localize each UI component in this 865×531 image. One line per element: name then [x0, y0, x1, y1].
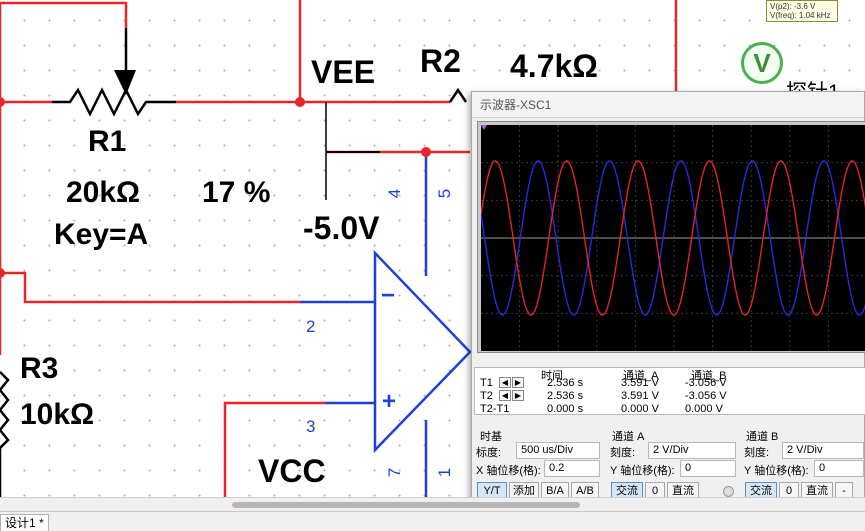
channel-a-radio-icon[interactable] — [723, 486, 734, 497]
channel-a-title: 通道 A — [612, 431, 645, 443]
pin-7-label: 7 — [385, 467, 405, 478]
readout-row-t1-label: T1 — [480, 377, 493, 389]
readout-row-t1-b: -3.056 V — [685, 377, 727, 389]
channel-a-scale-label: 刻度: — [610, 447, 636, 459]
timebase-scale-field[interactable]: 500 us/Div — [516, 442, 600, 459]
r2-value: 4.7kΩ — [510, 48, 598, 84]
probe-readout-line2: V(freq): 1.04 kHz — [770, 11, 831, 20]
oscilloscope-window[interactable]: 示波器-XSC1 时间 通道_A 通道_B T1 ◀ ▶ 2.536 s 3.5… — [471, 91, 865, 504]
cursor-t1-marker-icon — [481, 125, 487, 130]
document-tab-bar: 设计1 * — [0, 511, 865, 531]
tab-design1-label: 设计1 * — [5, 516, 44, 530]
readout-row-diff-b: 0.000 V — [685, 403, 723, 415]
readout-row-t2-b: -3.056 V — [685, 390, 727, 402]
voltage-probe-icon[interactable]: V — [741, 42, 783, 84]
readout-row-diff-time: 0.000 s — [547, 403, 584, 415]
t2-right-arrow-icon[interactable]: ▶ — [512, 390, 524, 401]
r1-name: R1 — [88, 125, 127, 158]
timebase-xpos-label: X 轴位移(格): — [476, 465, 541, 477]
readout-row-t2-time: 2.536 s — [547, 390, 584, 402]
t1-left-arrow-icon[interactable]: ◀ — [499, 377, 511, 388]
r3-name: R3 — [20, 352, 59, 385]
r2-name: R2 — [420, 43, 461, 79]
channel-a-scale-field[interactable]: 2 V/Div — [648, 442, 736, 459]
channel-a-ypos-field[interactable]: 0 — [680, 460, 736, 477]
scope-title[interactable]: 示波器-XSC1 — [472, 92, 864, 118]
channel-b-scale-label: 刻度: — [744, 447, 770, 459]
vee-label: VEE — [311, 54, 376, 90]
horizontal-scrollbar[interactable] — [0, 497, 865, 511]
readout-row-t2-a: 3.591 V — [621, 390, 659, 402]
vcc-label: VCC — [258, 453, 326, 489]
scope-screen[interactable] — [480, 125, 865, 351]
horizontal-scrollbar-thumb[interactable] — [232, 502, 580, 508]
r3-value: 10kΩ — [20, 398, 95, 431]
vee-voltage: -5.0V — [303, 210, 380, 246]
pin-2-label: 2 — [306, 317, 316, 336]
t1-right-arrow-icon[interactable]: ▶ — [512, 377, 524, 388]
opamp-minus-sign: − — [381, 282, 396, 309]
scope-screen-frame — [477, 121, 865, 353]
pin-3-label: 3 — [306, 417, 316, 436]
t2-left-arrow-icon[interactable]: ◀ — [499, 390, 511, 401]
readout-row-t1-a: 3.591 V — [621, 377, 659, 389]
pin-5-label: 5 — [435, 188, 455, 199]
readout-row-diff-label: T2-T1 — [480, 403, 510, 415]
pin-1-label: 1 — [435, 467, 455, 478]
cursor-readout-table: 时间 通道_A 通道_B T1 ◀ ▶ 2.536 s 3.591 V -3.0… — [474, 367, 865, 415]
r1-value: 20kΩ — [66, 176, 141, 209]
channel-b-ypos-field[interactable]: 0 — [814, 460, 864, 477]
readout-row-diff-a: 0.000 V — [621, 403, 659, 415]
opamp-plus-sign: + — [382, 388, 397, 415]
probe-readout: V(p2): -3.6 V V(freq): 1.04 kHz — [766, 0, 838, 22]
probe-readout-line1: V(p2): -3.6 V — [770, 2, 816, 11]
timebase-title: 时基 — [480, 431, 502, 443]
pin-4-label: 4 — [385, 188, 405, 199]
channel-a-ypos-label: Y 轴位移(格): — [610, 465, 675, 477]
readout-row-t1-time: 2.536 s — [547, 377, 584, 389]
r1-key: Key=A — [54, 218, 149, 251]
timebase-xpos-field[interactable]: 0.2 — [544, 460, 600, 477]
channel-b-scale-field[interactable]: 2 V/Div — [782, 442, 864, 459]
channel-b-ypos-label: Y 轴位移(格): — [744, 465, 809, 477]
tab-design1[interactable]: 设计1 * — [0, 514, 49, 531]
readout-row-t2-label: T2 — [480, 390, 493, 402]
timebase-scale-label: 标度: — [476, 447, 502, 459]
scope-display — [480, 125, 865, 351]
channel-b-title: 通道 B — [746, 431, 779, 443]
r1-percent: 17 % — [202, 176, 271, 209]
